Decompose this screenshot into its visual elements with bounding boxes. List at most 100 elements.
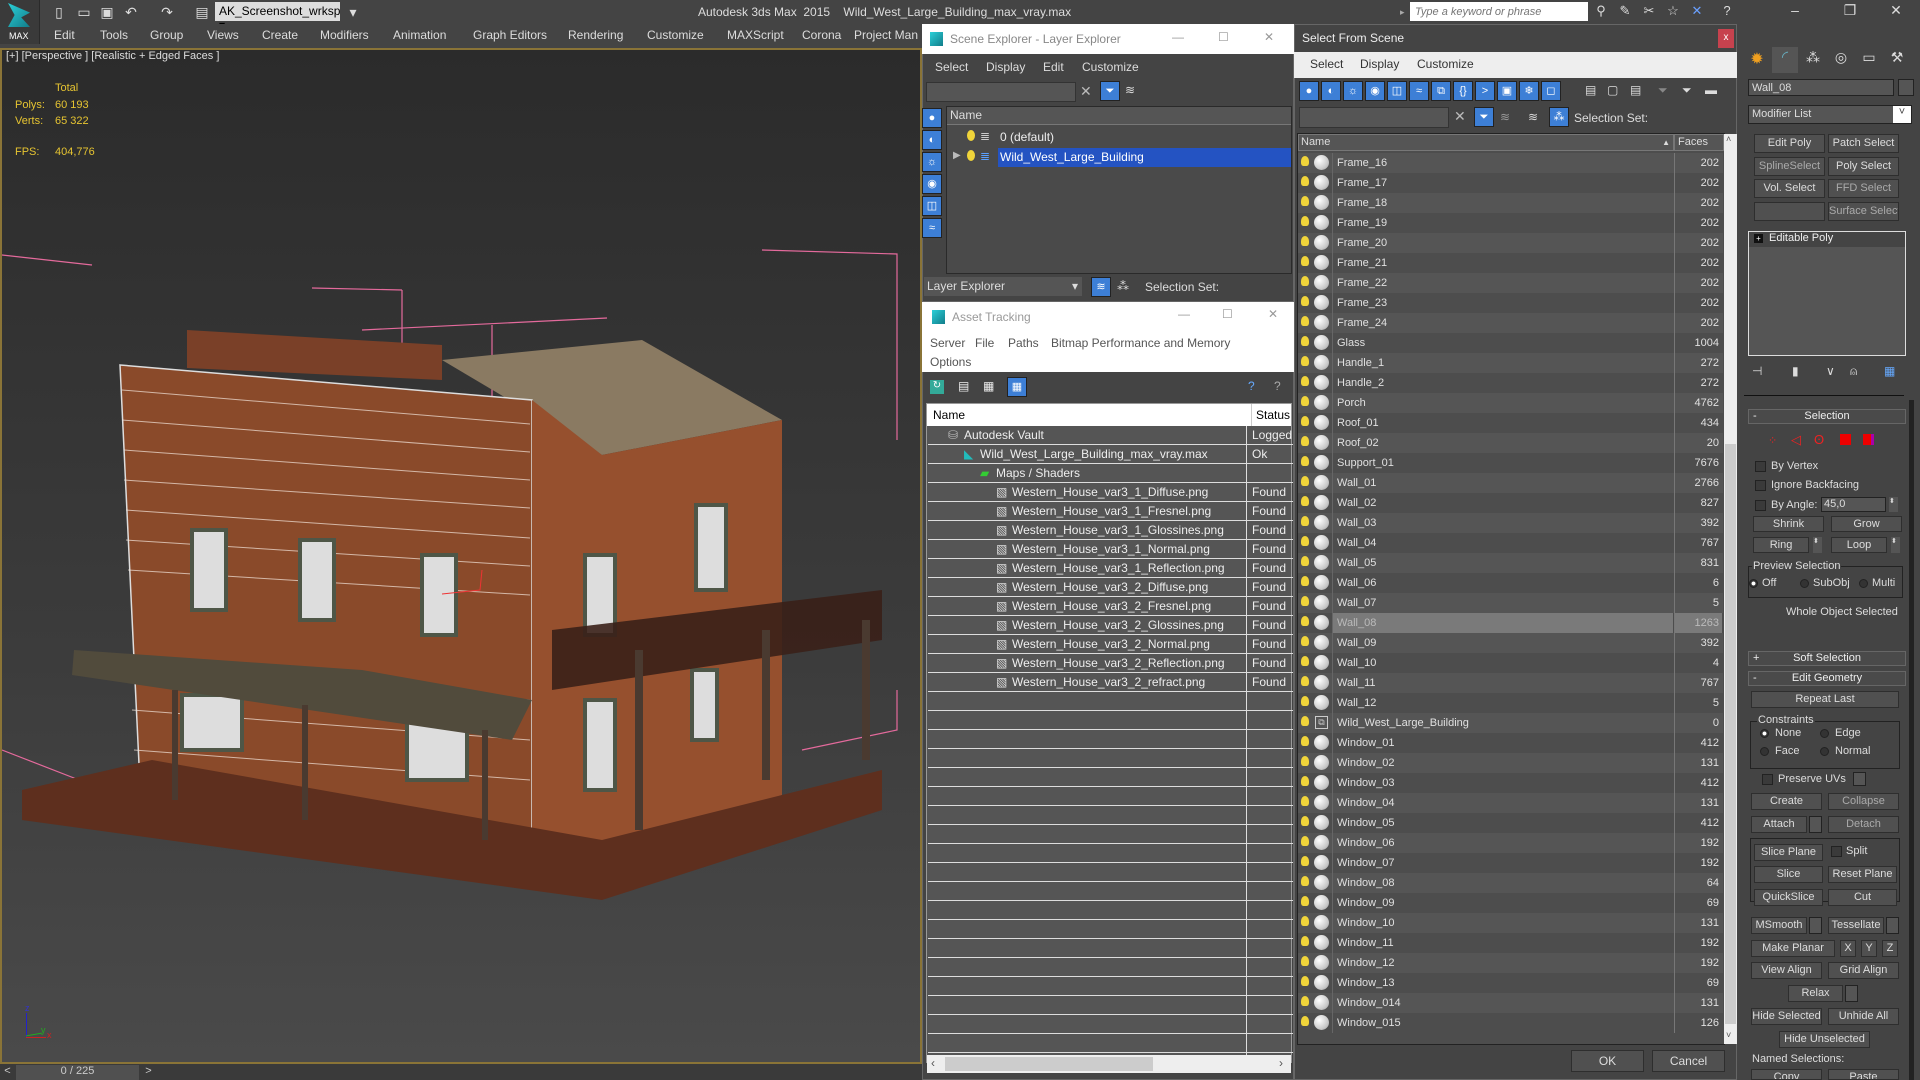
toggle-icon[interactable]: ▬ [1705,83,1717,97]
planar-y-button[interactable]: Y [1861,940,1877,957]
sfs-search-input[interactable] [1299,107,1449,128]
spacewarps-filter-icon[interactable]: ≈ [1409,81,1429,101]
asset-row[interactable]: ▧ Western_House_var3_2_Normal.png Found [928,635,1293,654]
modify-tab-icon[interactable]: ◜ [1772,47,1798,73]
spline-select-button[interactable]: SplineSelect [1754,157,1825,176]
asset-status-column-header[interactable]: Status [1251,404,1294,426]
asset-row[interactable]: ▧ Western_House_var3_1_Normal.png Found [928,540,1293,559]
perspective-viewport[interactable] [0,48,922,1064]
layer-hierarchy-icon[interactable]: ≋ [1091,277,1111,297]
object-row[interactable]: Window_07 192 [1298,853,1723,873]
visibility-bulb-icon[interactable] [1301,836,1309,846]
ring-button[interactable]: Ring [1753,537,1809,553]
menu-tools[interactable]: Tools [100,28,128,42]
groups-filter-icon[interactable]: ⧉ [1431,81,1451,101]
help-search-input[interactable] [1410,2,1588,21]
favorites-star-icon[interactable]: ☆ [1664,3,1682,21]
object-row[interactable]: Frame_18 202 [1298,193,1723,213]
workspace-dropdown[interactable]: AK_Screenshot_wrksp ▾ [215,2,340,32]
object-color-swatch[interactable] [1898,79,1914,96]
relax-button[interactable]: Relax [1788,985,1843,1002]
faces-column-header[interactable]: Faces [1674,134,1724,151]
visibility-bulb-icon[interactable] [1301,656,1309,666]
constraint-normal-radio[interactable] [1820,747,1829,756]
helpers-filter-icon[interactable]: ◫ [1387,81,1407,101]
object-row[interactable]: Wall_07 5 [1298,593,1723,613]
ok-button[interactable]: OK [1571,1050,1644,1072]
border-mode-icon[interactable]: ʘ [1814,432,1824,447]
layer-view-icon[interactable]: ≋ [1528,110,1538,124]
menu-corona[interactable]: Corona [802,28,841,42]
help-online-icon[interactable]: ? [1248,379,1255,393]
preserve-uvs-checkbox[interactable] [1762,774,1773,785]
visibility-bulb-icon[interactable] [1301,896,1309,906]
object-row[interactable]: Window_12 192 [1298,953,1723,973]
object-row[interactable]: Frame_23 202 [1298,293,1723,313]
visibility-bulb-icon[interactable] [1301,856,1309,866]
object-row[interactable]: Support_01 7676 [1298,453,1723,473]
communication-center-icon[interactable]: ✂ [1640,3,1658,21]
close-icon[interactable]: ✕ [1264,30,1274,44]
slice-plane-button[interactable]: Slice Plane [1754,844,1823,861]
loop-spinner[interactable]: ⬍ [1891,537,1900,553]
asset-row[interactable]: ▧ Western_House_var3_2_Reflection.png Foun… [928,654,1293,673]
table-view-icon[interactable]: ▦ [1007,377,1027,397]
object-row[interactable]: Wall_05 831 [1298,553,1723,573]
preview-off-radio[interactable] [1749,579,1758,588]
attach-button[interactable]: Attach [1751,816,1807,833]
undo-icon[interactable]: ↶ [122,3,140,21]
scroll-up-icon[interactable]: ˄ [1726,134,1731,144]
filter-icon[interactable]: ⏷ [1100,81,1120,101]
visibility-bulb-icon[interactable] [1301,336,1309,346]
name-column-header[interactable]: Name ▲ [1298,134,1674,151]
clear-search-icon[interactable]: ✕ [1454,108,1466,125]
vertex-mode-icon[interactable]: ⁘ [1768,434,1777,447]
help-icon[interactable]: ? [1718,3,1736,21]
cancel-button[interactable]: Cancel [1652,1050,1725,1072]
at-menu-bitmap-performance[interactable]: Bitmap Performance and Memory [1051,336,1230,350]
object-row[interactable]: Wall_12 5 [1298,693,1723,713]
angle-spinner-arrows[interactable]: ⬍ [1889,497,1898,512]
menu-create[interactable]: Create [262,28,298,42]
visibility-bulb-icon[interactable] [1301,876,1309,886]
asset-row[interactable]: ▧ Western_House_var3_2_Fresnel.png Found [928,597,1293,616]
layer-row-selected[interactable]: ≣ Wild_West_Large_Building [967,148,1291,167]
project-folder-icon[interactable]: ▤ [193,3,211,21]
helpers-filter-icon[interactable]: ◫ [922,196,942,216]
unhide-all-button[interactable]: Unhide All [1828,1008,1899,1025]
object-row[interactable]: Frame_17 202 [1298,173,1723,193]
create-tab-icon[interactable]: ✹ [1744,49,1770,73]
visibility-bulb-icon[interactable] [1301,996,1309,1006]
hide-unselected-button[interactable]: Hide Unselected [1779,1031,1870,1048]
visibility-bulb-icon[interactable] [1301,536,1309,546]
asset-row[interactable]: ▧ Western_House_var3_2_refract.png Found [928,673,1293,692]
reset-plane-button[interactable]: Reset Plane [1828,866,1897,883]
expand-arrow-icon[interactable]: ▶ [953,150,961,161]
by-vertex-checkbox[interactable] [1755,461,1766,472]
advanced-filter-icon[interactable]: ⏷ [1682,83,1692,98]
restore-button[interactable]: ❐ [1830,2,1870,22]
object-row[interactable]: Window_06 192 [1298,833,1723,853]
object-row[interactable]: Window_11 192 [1298,933,1723,953]
frozen-filter-icon[interactable]: ❄ [1519,81,1539,101]
selection-rollout-header[interactable]: - Selection [1748,409,1906,424]
vol-select-button[interactable]: Vol. Select [1754,179,1825,198]
visibility-bulb-icon[interactable] [1301,716,1309,726]
create-button[interactable]: Create [1751,793,1822,810]
visibility-bulb-icon[interactable] [1301,516,1309,526]
preview-multi-radio[interactable] [1859,579,1868,588]
make-unique-icon[interactable]: ∨ [1826,364,1835,378]
visibility-bulb-icon[interactable] [1301,1016,1309,1026]
key-icon[interactable]: ✎ [1616,3,1634,21]
loop-button[interactable]: Loop [1831,537,1887,553]
visibility-bulb-icon[interactable] [1301,696,1309,706]
se-menu-display[interactable]: Display [986,60,1025,74]
layer-name-column-header[interactable]: Name [947,107,1291,125]
object-row[interactable]: Wall_06 6 [1298,573,1723,593]
grow-button[interactable]: Grow [1831,516,1902,532]
object-row[interactable]: Wall_10 4 [1298,653,1723,673]
visibility-bulb-icon[interactable] [1301,416,1309,426]
menu-modifiers[interactable]: Modifiers [320,28,369,42]
planar-z-button[interactable]: Z [1882,940,1898,957]
hide-selected-button[interactable]: Hide Selected [1751,1008,1822,1025]
